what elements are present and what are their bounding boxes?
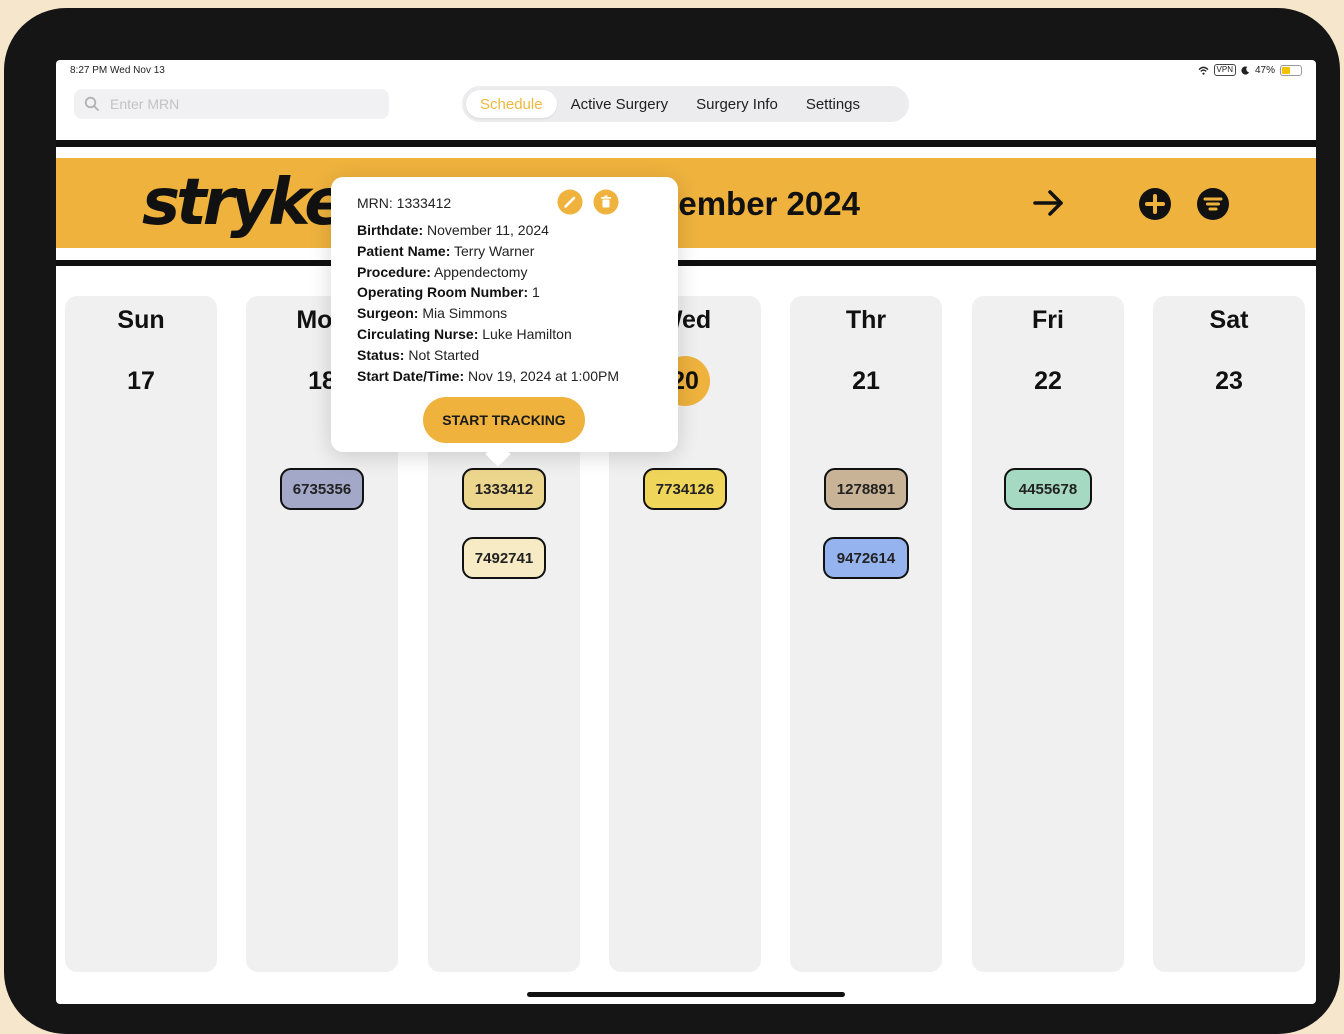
battery-icon: [1280, 64, 1302, 76]
tab-schedule[interactable]: Schedule: [466, 90, 557, 118]
popover-detail-row: Patient Name: Terry Warner: [357, 243, 534, 259]
moon-icon: [1241, 65, 1250, 75]
day-number[interactable]: 22: [1010, 356, 1086, 406]
detail-label: Operating Room Number:: [357, 284, 529, 301]
battery-level: [1282, 66, 1290, 74]
home-indicator[interactable]: [527, 992, 845, 997]
day-number[interactable]: 17: [103, 356, 179, 406]
surgery-chip[interactable]: 1333412: [462, 468, 546, 510]
popover-mrn-row: MRN: 1333412: [357, 195, 451, 211]
day-column-fri: Fri 22 4455678: [972, 296, 1124, 972]
search-icon: [84, 96, 99, 111]
header-rule-bottom: [56, 260, 1316, 266]
next-month-arrow-icon[interactable]: [1031, 185, 1067, 221]
day-number[interactable]: 23: [1191, 356, 1267, 406]
detail-value: Appendectomy: [434, 263, 528, 280]
surgery-chip[interactable]: 6735356: [280, 468, 364, 510]
popover-detail-row: Operating Room Number: 1: [357, 284, 540, 300]
add-surgery-plus-icon[interactable]: [1138, 187, 1172, 221]
day-column-sun: Sun 17: [65, 296, 217, 972]
month-banner: stryker November 2024: [56, 158, 1316, 248]
day-name: Thr: [845, 306, 887, 334]
detail-value: Nov 19, 2024 at 1:00PM: [468, 367, 619, 384]
start-tracking-button[interactable]: START TRACKING: [423, 397, 585, 443]
status-time: 8:27 PM Wed Nov 13: [70, 65, 165, 76]
tab-settings[interactable]: Settings: [792, 90, 874, 118]
status-bar: 8:27 PM Wed Nov 13 VPN 47%: [56, 60, 1316, 82]
detail-value: Luke Hamilton: [482, 326, 572, 342]
surgery-chip[interactable]: 1278891: [824, 468, 908, 510]
surgery-chip[interactable]: 4455678: [1004, 468, 1092, 510]
detail-label: Procedure:: [357, 263, 431, 280]
detail-label: Birthdate:: [357, 222, 424, 238]
day-column-thr: Thr 21 1278891 9472614: [790, 296, 942, 972]
tab-surgery-info[interactable]: Surgery Info: [682, 90, 792, 118]
tab-active-surgery[interactable]: Active Surgery: [557, 90, 683, 118]
main-tab-bar: Schedule Active Surgery Surgery Info Set…: [462, 86, 909, 122]
detail-value: Terry Warner: [454, 242, 535, 259]
detail-label: Surgeon:: [357, 305, 419, 322]
popover-detail-row: Surgeon: Mia Simmons: [357, 305, 507, 321]
popover-detail-row: Status: Not Started: [357, 347, 479, 363]
surgery-detail-popover: MRN: 1333412 Birthdate: November 11, 202…: [331, 177, 678, 467]
popover-mrn-label: MRN:: [357, 195, 393, 211]
day-name: Sat: [1209, 306, 1249, 334]
day-name: Fri: [1032, 306, 1064, 334]
day-number[interactable]: 21: [828, 356, 904, 406]
detail-value: Not Started: [408, 346, 480, 363]
detail-label: Status:: [357, 346, 405, 363]
tablet-frame: 8:27 PM Wed Nov 13 VPN 47% Enter MRN Sch…: [4, 8, 1340, 1034]
search-input[interactable]: [108, 95, 372, 113]
vpn-badge: VPN: [1213, 64, 1236, 76]
detail-value: Mia Simmons: [422, 305, 508, 322]
popover-detail-row: Start Date/Time: Nov 19, 2024 at 1:00PM: [357, 368, 619, 384]
header-rule-top: [56, 140, 1316, 147]
detail-label: Start Date/Time:: [357, 367, 465, 384]
filter-icon[interactable]: [1196, 187, 1230, 221]
detail-label: Patient Name:: [357, 242, 451, 259]
search-field[interactable]: [74, 89, 389, 119]
detail-value: November 11, 2024: [427, 222, 549, 238]
day-name: Sun: [117, 306, 165, 334]
status-indicators: VPN 47%: [1198, 64, 1302, 76]
popover-mrn-value: 1333412: [396, 195, 452, 211]
battery-percent: 47%: [1254, 64, 1275, 76]
delete-trash-icon[interactable]: [593, 189, 619, 215]
app-screen: 8:27 PM Wed Nov 13 VPN 47% Enter MRN Sch…: [56, 60, 1316, 1004]
detail-label: Circulating Nurse:: [357, 326, 479, 342]
popover-detail-row: Circulating Nurse: Luke Hamilton: [357, 326, 572, 342]
day-column-sat: Sat 23: [1153, 296, 1305, 972]
surgery-chip[interactable]: 7492741: [462, 537, 546, 579]
edit-pencil-icon[interactable]: [557, 189, 583, 215]
surgery-chip[interactable]: 9472614: [823, 537, 909, 579]
popover-detail-row: Birthdate: November 11, 2024: [357, 222, 549, 238]
wifi-icon: [1198, 66, 1209, 75]
detail-value: 1: [532, 284, 540, 301]
popover-detail-row: Procedure: Appendectomy: [357, 264, 527, 280]
surgery-chip[interactable]: 7734126: [643, 468, 727, 510]
